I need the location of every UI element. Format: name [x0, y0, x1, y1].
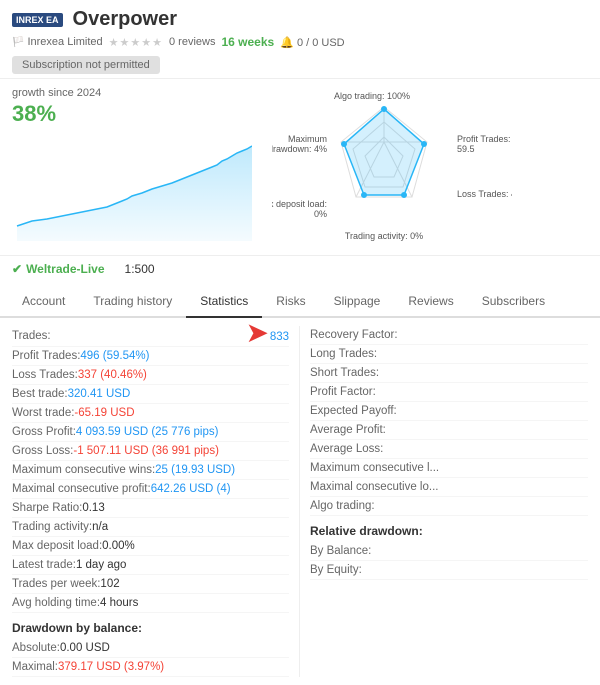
- radar-chart: Algo trading: 100% Maximum drawdown: 4% …: [272, 87, 512, 247]
- stats-left-col: Trades: ➤ 833 Profit Trades: 496 (59.54%…: [12, 326, 300, 677]
- trades-value: 833: [270, 331, 289, 343]
- latest-trade-value: 1 day ago: [76, 559, 127, 571]
- loss-trades-label: Loss Trades: 40.5%: [457, 189, 512, 199]
- stat-avg-holding: Avg holding time: 4 hours: [12, 594, 289, 613]
- main-area: growth since 2024 38% Algo trading: 100%: [0, 79, 600, 255]
- stat-maximal: Maximal: 379.17 USD (3.97%): [12, 658, 289, 677]
- relative-drawdown-header: Relative drawdown:: [310, 524, 588, 538]
- trades-per-week-value: 102: [100, 578, 119, 590]
- stat-gross-profit: Gross Profit: 4 093.59 USD (25 776 pips): [12, 423, 289, 442]
- stat-avg-profit: Average Profit:: [310, 421, 588, 440]
- drawdown-header: Drawdown by balance:: [12, 621, 289, 635]
- tab-slippage[interactable]: Slippage: [320, 286, 395, 318]
- product-title: Overpower: [73, 8, 177, 31]
- max-deposit-value: 0%: [314, 209, 327, 219]
- profit-trades-label: Profit Trades:: [457, 134, 511, 144]
- max-profit-value: 642.26 USD (4): [151, 483, 231, 495]
- check-icon: ✔: [12, 262, 22, 276]
- stat-latest-trade: Latest trade: 1 day ago: [12, 556, 289, 575]
- broker-info: ✔ Weltrade-Live 1:500: [0, 255, 600, 282]
- sharpe-value: 0.13: [82, 502, 104, 514]
- relative-drawdown-section: Relative drawdown: By Balance: By Equity…: [310, 524, 588, 580]
- stat-trades-per-week: Trades per week: 102: [12, 575, 289, 594]
- tab-trading-history[interactable]: Trading history: [79, 286, 186, 318]
- header: INREX EA Overpower 🏳️ Inrexea Limited ★★…: [0, 0, 600, 79]
- trading-activity-value: n/a: [92, 521, 108, 533]
- stat-algo-trading-right: Algo trading:: [310, 497, 588, 516]
- loss-trades-value: 337 (40.46%): [78, 369, 147, 381]
- stat-expected-payoff: Expected Payoff:: [310, 402, 588, 421]
- worst-trade-value: -65.19 USD: [74, 407, 134, 419]
- stat-short-trades: Short Trades:: [310, 364, 588, 383]
- stat-recovery: Recovery Factor:: [310, 326, 588, 345]
- stat-avg-loss: Average Loss:: [310, 440, 588, 459]
- radar-area: Algo trading: 100% Maximum drawdown: 4% …: [272, 87, 588, 247]
- provider-name: Inrexea Limited: [27, 36, 102, 48]
- gross-loss-value: -1 507.11 USD (36 991 pips): [73, 445, 219, 457]
- stat-absolute: Absolute: 0.00 USD: [12, 639, 289, 658]
- growth-label: growth since 2024: [12, 87, 262, 99]
- algo-trading-label: Algo trading: 100%: [334, 91, 410, 101]
- line-chart: [12, 131, 252, 241]
- profit-trades-value: 496 (59.54%): [80, 350, 149, 362]
- tab-risks[interactable]: Risks: [262, 286, 319, 318]
- stat-by-equity: By Equity:: [310, 561, 588, 580]
- stat-trading-activity: Trading activity: n/a: [12, 518, 289, 537]
- stat-gross-loss: Gross Loss: -1 507.11 USD (36 991 pips): [12, 442, 289, 461]
- stat-max-consec-losses: Maximum consecutive l...: [310, 459, 588, 478]
- max-drawdown-label2: drawdown: 4%: [272, 144, 327, 154]
- leverage: 1:500: [125, 262, 155, 276]
- stat-best-trade: Best trade: 320.41 USD: [12, 385, 289, 404]
- stat-max-profit: Maximal consecutive profit: 642.26 USD (…: [12, 480, 289, 499]
- profit-trades-value: 59.5: [457, 144, 475, 154]
- tab-bar: Account Trading history Statistics Risks…: [0, 286, 600, 318]
- max-drawdown-label: Maximum: [288, 134, 327, 144]
- subscribers-info: 🔔 0 / 0 USD: [280, 36, 344, 49]
- gross-profit-value: 4 093.59 USD (25 776 pips): [76, 426, 219, 438]
- stats-right-col: Recovery Factor: Long Trades: Short Trad…: [300, 326, 588, 677]
- growth-value: 38%: [12, 101, 262, 127]
- stat-profit-factor: Profit Factor:: [310, 383, 588, 402]
- statistics-panel: Trades: ➤ 833 Profit Trades: 496 (59.54%…: [0, 318, 600, 685]
- chart-container: [12, 131, 252, 241]
- stars: ★★★★★: [109, 36, 163, 49]
- tab-account[interactable]: Account: [8, 286, 79, 318]
- arrow-indicator: ➤: [246, 319, 269, 347]
- stats-columns: Trades: ➤ 833 Profit Trades: 496 (59.54%…: [12, 326, 588, 677]
- max-deposit-label: Max deposit load:: [272, 199, 327, 209]
- subscription-button[interactable]: Subscription not permitted: [12, 56, 160, 74]
- stat-max-deposit: Max deposit load: 0.00%: [12, 537, 289, 556]
- weeks-badge: 16 weeks: [221, 35, 274, 49]
- avg-holding-value: 4 hours: [100, 597, 138, 609]
- reviews-count: 0 reviews: [169, 36, 215, 48]
- stat-worst-trade: Worst trade: -65.19 USD: [12, 404, 289, 423]
- stat-max-wins: Maximum consecutive wins: 25 (19.93 USD): [12, 461, 289, 480]
- stat-loss-trades: Loss Trades: 337 (40.46%): [12, 366, 289, 385]
- broker-name: ✔ Weltrade-Live: [12, 262, 105, 276]
- tab-subscribers[interactable]: Subscribers: [468, 286, 559, 318]
- maximal-value: 379.17 USD (3.97%): [58, 661, 164, 673]
- trading-activity-label: Trading activity: 0%: [345, 231, 423, 241]
- stat-by-balance: By Balance:: [310, 542, 588, 561]
- stat-max-consec-loss-amt: Maximal consecutive lo...: [310, 478, 588, 497]
- chart-area: growth since 2024 38%: [12, 87, 262, 247]
- tab-reviews[interactable]: Reviews: [394, 286, 467, 318]
- logo: INREX EA: [12, 13, 63, 27]
- stat-profit-trades: Profit Trades: 496 (59.54%): [12, 347, 289, 366]
- max-wins-value: 25 (19.93 USD): [155, 464, 235, 476]
- stat-sharpe: Sharpe Ratio: 0.13: [12, 499, 289, 518]
- tab-statistics[interactable]: Statistics: [186, 286, 262, 318]
- stat-long-trades: Long Trades:: [310, 345, 588, 364]
- stat-trades: Trades: ➤ 833: [12, 326, 289, 347]
- best-trade-value: 320.41 USD: [68, 388, 131, 400]
- absolute-value: 0.00 USD: [60, 642, 110, 654]
- max-deposit-value: 0.00%: [102, 540, 135, 552]
- drawdown-section: Drawdown by balance: Absolute: 0.00 USD …: [12, 621, 289, 677]
